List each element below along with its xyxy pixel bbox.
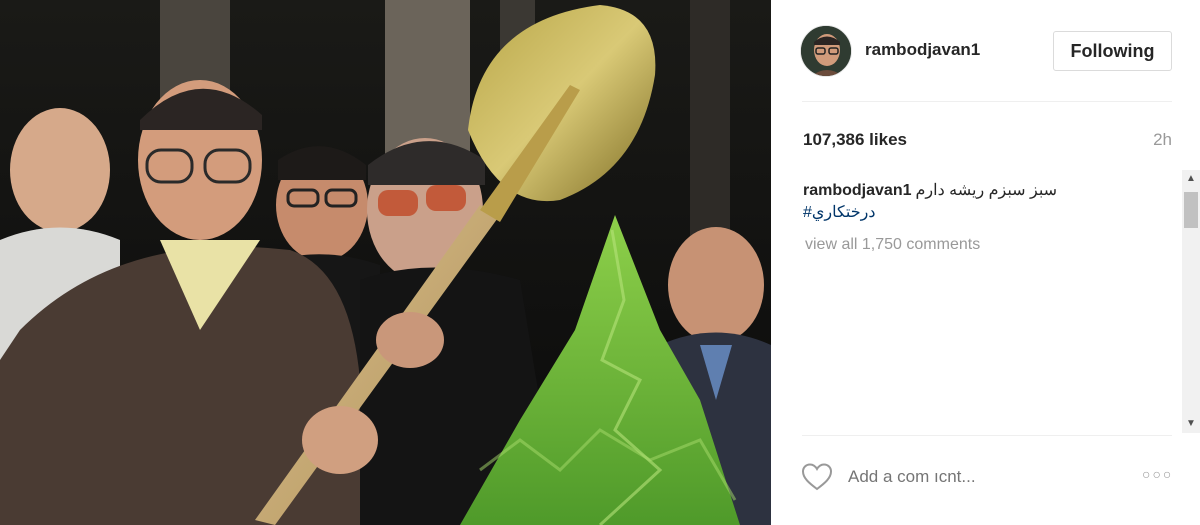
likes-count[interactable]: 107,386 likes <box>803 130 907 150</box>
view-all-comments-link[interactable]: view all 1,750 comments <box>805 236 980 254</box>
caption: rambodjavan1 سبز سبزم ریشه دارم #درختکاري <box>803 180 1173 224</box>
scroll-down-arrow-icon[interactable]: ▼ <box>1182 415 1200 433</box>
post-header: rambodjavan1 Following <box>772 0 1200 101</box>
more-options-icon[interactable]: ○○○ <box>1142 466 1173 482</box>
avatar-image <box>801 26 851 76</box>
add-comment-input[interactable] <box>848 464 1088 490</box>
post-photo-illustration <box>0 0 771 525</box>
scroll-up-arrow-icon[interactable]: ▲ <box>1182 170 1200 188</box>
caption-hashtag[interactable]: #درختکاري <box>803 202 1173 224</box>
comments-scrollbar[interactable]: ▲ ▼ <box>1182 170 1200 433</box>
divider <box>802 101 1172 102</box>
caption-text: سبز سبزم ریشه دارم <box>915 182 1058 199</box>
username[interactable]: rambodjavan1 <box>865 40 980 60</box>
scroll-thumb[interactable] <box>1184 192 1198 228</box>
following-button[interactable]: Following <box>1053 31 1172 71</box>
post-sidebar: rambodjavan1 Following 107,386 likes 2h … <box>772 0 1200 525</box>
post-time[interactable]: 2h <box>1153 130 1172 150</box>
post-actions: ○○○ <box>772 436 1200 525</box>
comments-list[interactable]: rambodjavan1 سبز سبزم ریشه دارم #درختکاري… <box>772 170 1200 435</box>
heart-icon[interactable] <box>801 462 833 492</box>
avatar[interactable] <box>800 25 852 77</box>
caption-username[interactable]: rambodjavan1 <box>803 182 911 199</box>
post-photo[interactable] <box>0 0 771 525</box>
